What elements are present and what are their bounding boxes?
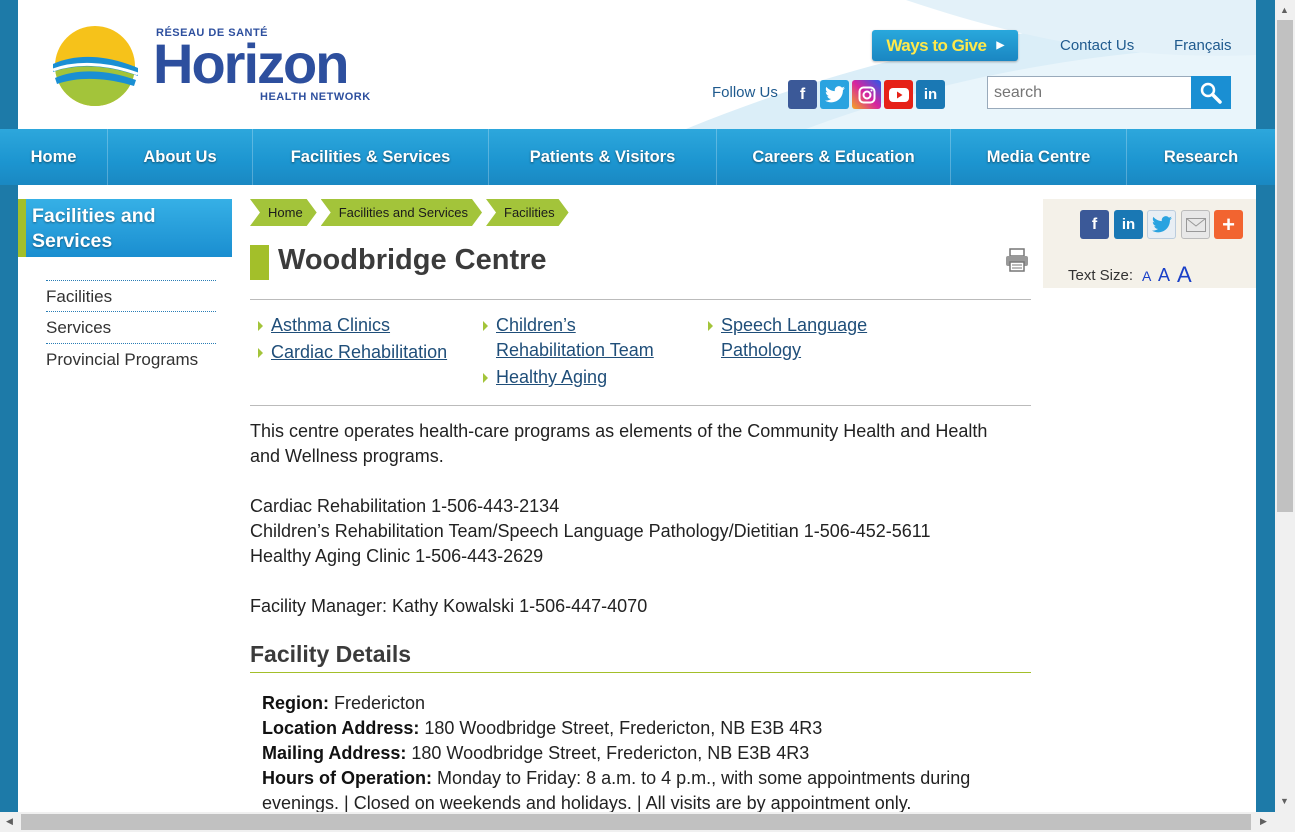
detail-hours-continued: evenings. | Closed on weekends and holid…: [262, 793, 912, 812]
service-link-childrens-rehabilitation-team[interactable]: Children’s Rehabilitation Team: [496, 313, 686, 363]
facility-details-heading: Facility Details: [250, 641, 412, 667]
youtube-icon[interactable]: [884, 80, 913, 109]
facility-details-divider: [250, 672, 1031, 673]
mailing-value: 180 Woodbridge Street, Fredericton, NB E…: [411, 743, 810, 763]
plus-icon[interactable]: +: [1214, 210, 1243, 239]
scroll-right-arrow-icon[interactable]: ▶: [1260, 816, 1267, 827]
nav-item-careers-education[interactable]: Careers & Education: [717, 129, 951, 185]
nav-item-media-centre[interactable]: Media Centre: [951, 129, 1127, 185]
nav-item-home[interactable]: Home: [0, 129, 108, 185]
region-label: Region:: [262, 693, 329, 713]
service-link-asthma-clinics[interactable]: Asthma Clinics: [271, 313, 390, 338]
divider: [250, 405, 1031, 406]
breadcrumb-facilities-and-services[interactable]: Facilities and Services: [321, 199, 482, 226]
region-value: Fredericton: [334, 693, 426, 713]
detail-region: Region: Fredericton: [262, 691, 425, 716]
facebook-icon[interactable]: f: [788, 80, 817, 109]
print-icon[interactable]: [1004, 247, 1030, 273]
page-title: Woodbridge Centre: [278, 244, 547, 276]
sidebar-header-accent: [18, 199, 26, 257]
site-header: RÉSEAU DE SANTÉ Horizon HEALTH NETWORK W…: [18, 0, 1256, 129]
phone-childrens-rehab: Children’s Rehabilitation Team/Speech La…: [250, 521, 931, 541]
main-nav: Home About Us Facilities & Services Pati…: [0, 129, 1275, 185]
scroll-down-arrow-icon[interactable]: ▼: [1280, 796, 1289, 806]
facility-manager: Facility Manager: Kathy Kowalski 1-506-4…: [250, 596, 648, 616]
logo-network-en: HEALTH NETWORK: [260, 91, 371, 103]
instagram-icon[interactable]: [852, 80, 881, 109]
follow-us-label: Follow Us: [712, 84, 778, 101]
page: RÉSEAU DE SANTÉ Horizon HEALTH NETWORK W…: [18, 0, 1256, 812]
breadcrumb-home[interactable]: Home: [250, 199, 317, 226]
scroll-left-arrow-icon[interactable]: ◀: [6, 816, 13, 827]
bullet-arrow-icon: [258, 348, 263, 358]
bullet-arrow-icon: [483, 321, 488, 331]
breadcrumb: Home Facilities and Services Facilities: [250, 199, 573, 226]
service-link-speech-language-pathology[interactable]: Speech Language Pathology: [721, 313, 891, 363]
horizon-logo-mark: [52, 26, 139, 106]
text-size-medium[interactable]: A: [1158, 265, 1170, 286]
text-size-small[interactable]: A: [1142, 268, 1151, 284]
linkedin-icon[interactable]: in: [916, 80, 945, 109]
share-panel: f in + Text Size: A A A: [1043, 199, 1256, 288]
nav-item-research[interactable]: Research: [1127, 129, 1275, 185]
twitter-icon[interactable]: [1147, 210, 1176, 239]
search-icon: [1200, 82, 1222, 104]
detail-mailing-address: Mailing Address: 180 Woodbridge Street, …: [262, 741, 809, 766]
email-icon[interactable]: [1181, 210, 1210, 239]
twitter-icon[interactable]: [820, 80, 849, 109]
ways-to-give-label: Ways to Give: [886, 35, 987, 55]
facebook-icon[interactable]: f: [1080, 210, 1109, 239]
mailing-label: Mailing Address:: [262, 743, 407, 763]
detail-location-address: Location Address: 180 Woodbridge Street,…: [262, 716, 822, 741]
location-label: Location Address:: [262, 718, 420, 738]
vertical-scroll-thumb[interactable]: [1277, 20, 1293, 512]
linkedin-icon[interactable]: in: [1114, 210, 1143, 239]
title-accent: [250, 245, 269, 280]
bullet-arrow-icon: [258, 321, 263, 331]
service-link-healthy-aging[interactable]: Healthy Aging: [496, 365, 607, 390]
logo-wordmark: Horizon: [153, 32, 349, 95]
search-button[interactable]: [1191, 76, 1231, 109]
contact-us-link[interactable]: Contact Us: [1060, 37, 1134, 54]
sidebar-item-services[interactable]: Services: [46, 311, 216, 343]
intro-text: This centre operates health-care program…: [250, 421, 988, 466]
header-swoosh-decoration: [686, 0, 1256, 129]
nav-item-about-us[interactable]: About Us: [108, 129, 253, 185]
phone-cardiac: Cardiac Rehabilitation 1-506-443-2134: [250, 496, 560, 516]
sidebar-title: Facilities and Services: [32, 205, 156, 252]
sidebar-item-provincial-programs[interactable]: Provincial Programs: [46, 343, 216, 375]
sidebar-header: Facilities and Services: [18, 199, 232, 257]
breadcrumb-facilities[interactable]: Facilities: [486, 199, 569, 226]
sidebar-item-facilities[interactable]: Facilities: [46, 280, 216, 312]
bullet-arrow-icon: [708, 321, 713, 331]
search-input[interactable]: [987, 76, 1192, 109]
service-link-cardiac-rehabilitation[interactable]: Cardiac Rehabilitation: [271, 340, 447, 365]
nav-item-facilities-services[interactable]: Facilities & Services: [253, 129, 489, 185]
francais-link[interactable]: Français: [1174, 37, 1232, 54]
caret-right-icon: ▶: [996, 40, 1004, 51]
text-size-label: Text Size:: [1068, 267, 1134, 284]
location-value: 180 Woodbridge Street, Fredericton, NB E…: [424, 718, 823, 738]
divider: [250, 299, 1031, 300]
nav-item-patients-visitors[interactable]: Patients & Visitors: [489, 129, 717, 185]
detail-hours: Hours of Operation: Monday to Friday: 8 …: [262, 766, 970, 791]
bullet-arrow-icon: [483, 373, 488, 383]
scroll-up-arrow-icon[interactable]: ▲: [1280, 5, 1289, 15]
text-size-large[interactable]: A: [1177, 262, 1192, 288]
ways-to-give-button[interactable]: Ways to Give ▶: [872, 30, 1018, 61]
phone-healthy-aging: Healthy Aging Clinic 1-506-443-2629: [250, 546, 544, 566]
hours-value-line1: Monday to Friday: 8 a.m. to 4 p.m., with…: [437, 768, 971, 788]
hours-label: Hours of Operation:: [262, 768, 432, 788]
horizontal-scroll-thumb[interactable]: [21, 814, 1251, 830]
